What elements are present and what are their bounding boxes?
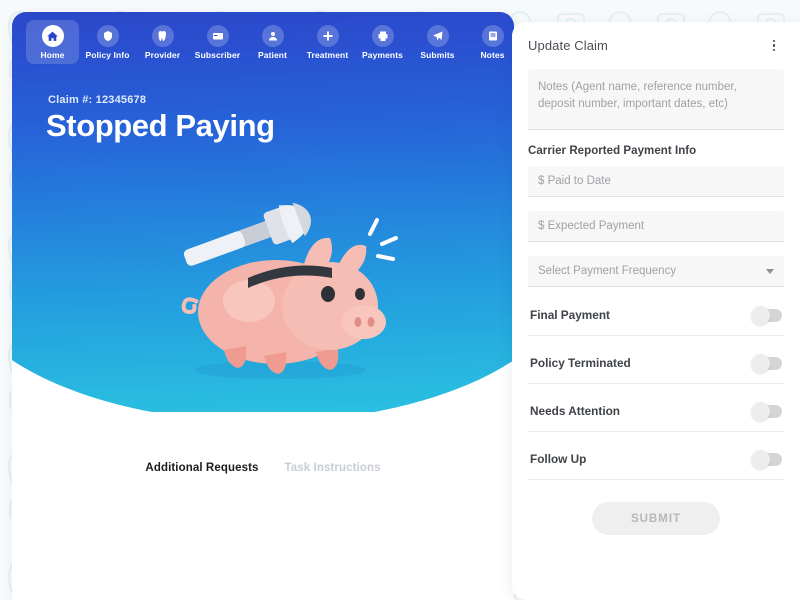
- toggle-knob: [751, 353, 770, 373]
- printer-icon: [371, 25, 394, 47]
- final-payment-toggle[interactable]: [751, 305, 782, 325]
- panel-body: Notes (Agent name, reference number, dep…: [512, 69, 800, 535]
- home-icon: [41, 25, 64, 47]
- toggle-knob: [751, 449, 770, 469]
- nav-label: Subscriber: [194, 50, 241, 60]
- toggle-row-final-payment[interactable]: Final Payment: [528, 295, 784, 336]
- nav-label: Provider: [144, 50, 181, 60]
- toggle-row-follow-up[interactable]: Follow Up: [528, 439, 784, 480]
- nav-label: Policy Info: [85, 50, 130, 60]
- kebab-menu-icon[interactable]: [766, 37, 782, 55]
- nav-item-provider[interactable]: Provider: [136, 20, 189, 64]
- panel-header: Update Claim: [512, 22, 800, 69]
- toggle-label: Follow Up: [530, 452, 587, 466]
- submit-button[interactable]: SUBMIT: [592, 502, 720, 535]
- needs-attention-toggle[interactable]: [751, 401, 782, 421]
- payment-frequency-select[interactable]: Select Payment Frequency: [528, 256, 784, 287]
- expected-payment-input[interactable]: $ Expected Payment: [528, 211, 784, 242]
- top-navigation: Home Policy Info Provider Subscriber Pat…: [12, 12, 514, 74]
- nav-label: Payments: [362, 50, 403, 60]
- plus-icon: [316, 25, 339, 47]
- paid-to-date-placeholder: $ Paid to Date: [538, 175, 611, 187]
- content-tabs: Additional Requests Task Instructions: [12, 462, 514, 474]
- card-icon: [206, 25, 229, 47]
- toggle-row-policy-terminated[interactable]: Policy Terminated: [528, 343, 784, 384]
- follow-up-toggle[interactable]: [751, 449, 782, 469]
- chevron-down-icon: [766, 268, 774, 274]
- nav-item-subscriber[interactable]: Subscriber: [191, 20, 244, 64]
- nav-item-patient[interactable]: Patient: [246, 20, 299, 64]
- toggle-label: Policy Terminated: [530, 356, 631, 370]
- submit-row: SUBMIT: [528, 502, 784, 535]
- toggle-knob: [751, 305, 770, 325]
- update-claim-panel: Update Claim Notes (Agent name, referenc…: [512, 22, 800, 600]
- hero-banner: Home Policy Info Provider Subscriber Pat…: [12, 12, 514, 412]
- tab-task-instructions[interactable]: Task Instructions: [285, 462, 381, 474]
- nav-item-payments[interactable]: Payments: [356, 20, 409, 64]
- nav-label: Home: [40, 50, 65, 60]
- toggle-label: Needs Attention: [530, 404, 621, 418]
- toggle-label: Final Payment: [530, 308, 610, 322]
- nav-label: Notes: [480, 50, 505, 60]
- page-title: Stopped Paying: [46, 108, 275, 143]
- document-icon: [481, 25, 504, 47]
- nav-label: Patient: [257, 50, 288, 60]
- piggy-bank-illustration: [181, 202, 398, 379]
- nav-item-notes[interactable]: Notes: [466, 20, 514, 64]
- tooth-icon: [151, 25, 174, 47]
- toggle-row-needs-attention[interactable]: Needs Attention: [528, 391, 784, 432]
- carrier-payment-section-label: Carrier Reported Payment Info: [528, 145, 697, 157]
- claim-number: Claim #: 12345678: [48, 94, 147, 106]
- nav-item-home[interactable]: Home: [26, 20, 79, 64]
- tab-additional-requests[interactable]: Additional Requests: [145, 462, 258, 474]
- nav-item-policy-info[interactable]: Policy Info: [81, 20, 134, 64]
- notes-placeholder: Notes (Agent name, reference number, dep…: [538, 81, 737, 110]
- person-icon: [261, 25, 284, 47]
- nav-label: Treatment: [306, 50, 349, 60]
- policy-terminated-toggle[interactable]: [751, 353, 782, 373]
- nav-label: Submits: [420, 50, 455, 60]
- payment-frequency-value: Select Payment Frequency: [538, 265, 677, 277]
- expected-payment-placeholder: $ Expected Payment: [538, 220, 645, 232]
- panel-title: Update Claim: [528, 38, 608, 53]
- paid-to-date-input[interactable]: $ Paid to Date: [528, 166, 784, 197]
- notes-input[interactable]: Notes (Agent name, reference number, dep…: [528, 69, 784, 130]
- paper-plane-icon: [426, 25, 449, 47]
- toggle-knob: [751, 401, 770, 421]
- shield-icon: [96, 25, 119, 47]
- app-root: Home Policy Info Provider Subscriber Pat…: [0, 0, 800, 600]
- nav-item-submits[interactable]: Submits: [411, 20, 464, 64]
- claim-overview-card: Home Policy Info Provider Subscriber Pat…: [12, 12, 514, 600]
- nav-item-treatment[interactable]: Treatment: [301, 20, 354, 64]
